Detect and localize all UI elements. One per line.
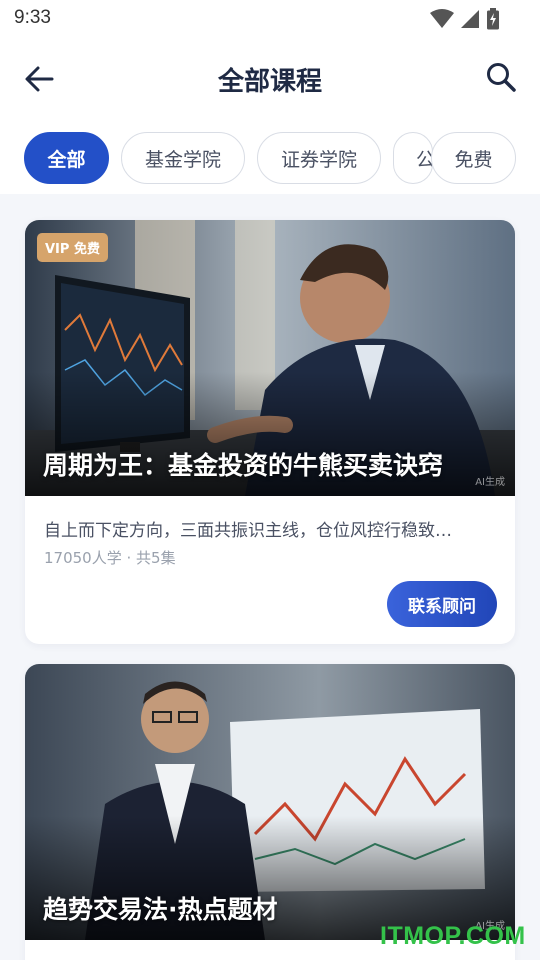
status-icons: [430, 8, 500, 30]
contact-advisor-button[interactable]: 联系顾问: [387, 581, 497, 627]
battery-icon: [487, 8, 499, 30]
tab-fund-academy[interactable]: 基金学院: [121, 132, 245, 184]
status-time: 9:33: [14, 7, 51, 28]
category-tabs: 全部 基金学院 证券学院 公 免费: [0, 122, 540, 194]
ai-generated-tag: AI生成: [475, 477, 505, 488]
vip-free-badge: VIP 免费: [37, 233, 108, 262]
tab-partial[interactable]: 公: [393, 132, 433, 184]
tab-all[interactable]: 全部: [24, 132, 109, 184]
tab-free[interactable]: 免费: [431, 132, 516, 184]
course-card[interactable]: VIP 免费 周期为王：基金投资的牛熊买卖诀窍 AI生成 自上而下定方向，三面共…: [25, 220, 515, 644]
course-meta: 17050人学 · 共5集: [44, 549, 176, 567]
course-cover-image: 趋势交易法·热点题材 AI生成: [25, 664, 515, 940]
search-icon: [487, 63, 516, 92]
course-description: 自上而下定方向，三面共振识主线，仓位风控行稳致…: [44, 521, 452, 541]
search-button[interactable]: [484, 60, 518, 94]
course-card[interactable]: 趋势交易法·热点题材 AI生成: [25, 664, 515, 960]
course-cover-image: VIP 免费 周期为王：基金投资的牛熊买卖诀窍 AI生成: [25, 220, 515, 496]
course-title: 周期为王：基金投资的牛熊买卖诀窍: [43, 451, 444, 480]
course-title: 趋势交易法·热点题材: [43, 895, 278, 924]
tab-securities-academy[interactable]: 证券学院: [257, 132, 381, 184]
status-bar: 9:33: [0, 0, 540, 38]
wifi-icon: [430, 9, 454, 28]
signal-icon: [461, 10, 479, 28]
app-header: 全部课程: [0, 38, 540, 122]
page-title: 全部课程: [217, 67, 322, 97]
site-watermark: ITMOP.COM: [380, 922, 526, 950]
